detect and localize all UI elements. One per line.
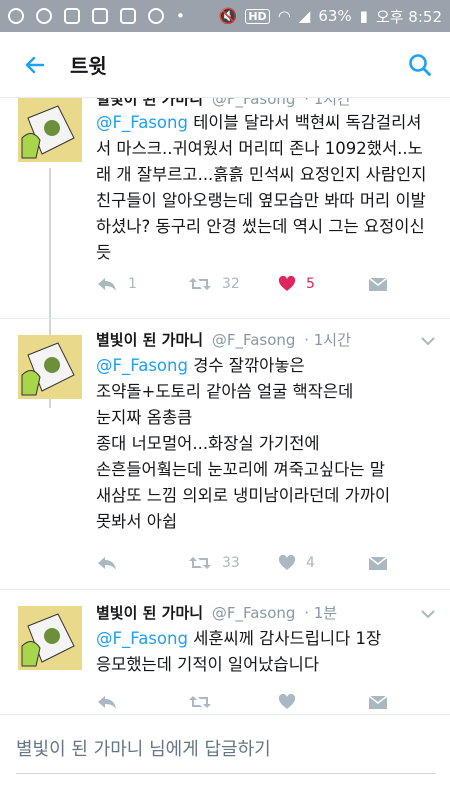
reply-composer: 별빛이 된 가마니 님에게 답글하기	[0, 714, 450, 800]
tweet[interactable]: 별빛이 된 가마니 @F_Fasong · 1분 @F_Fasong 세훈씨께 …	[0, 590, 450, 714]
search-button[interactable]	[390, 32, 450, 98]
status-bar-right: 🔇 HD ◠ ◢ 63% ▮ 오후 8:52	[219, 6, 442, 27]
reply-input[interactable]: 별빛이 된 가마니 님에게 답글하기	[16, 735, 271, 761]
retweet-button[interactable]	[188, 690, 212, 714]
app-notification-icon	[8, 8, 24, 24]
tweet-header: 별빛이 된 가마니 @F_Fasong · 1시간	[96, 98, 351, 109]
reply-button[interactable]: 1	[96, 272, 137, 296]
instagram-icon	[36, 8, 52, 24]
reply-button[interactable]	[96, 690, 118, 714]
tweet-feed[interactable]: 별빛이 된 가마니 @F_Fasong · 1시간 @F_Fasong 테이블 …	[0, 98, 450, 800]
handle[interactable]: @F_Fasong	[212, 98, 296, 108]
heart-icon	[278, 694, 296, 709]
heart-icon	[278, 555, 296, 570]
retweet-count: 32	[222, 276, 240, 292]
avatar[interactable]	[18, 606, 82, 670]
tweet-header: 별빛이 된 가마니 @F_Fasong · 1시간	[96, 329, 351, 350]
like-button[interactable]: 5	[278, 272, 315, 296]
retweet-icon	[189, 557, 211, 569]
heart-filled-icon	[278, 276, 296, 291]
dm-share-button[interactable]	[368, 272, 388, 296]
more-notifications-icon: •	[176, 7, 185, 25]
chat-icon	[148, 8, 164, 24]
reply-icon	[98, 557, 116, 570]
signal-icon: ◢	[298, 7, 311, 25]
battery-level: 63%	[318, 7, 352, 25]
tweet-actions: 1 32 5	[96, 272, 396, 296]
tweet-actions	[96, 690, 396, 714]
reply-input-underline	[16, 773, 436, 774]
avatar[interactable]	[18, 98, 82, 162]
display-name[interactable]: 별빛이 된 가마니	[96, 604, 203, 622]
tweet-text: @F_Fasong 테이블 달라서 백현씨 독감걸리셔서 마스크..귀여웠서 머…	[96, 113, 427, 262]
back-arrow-icon	[25, 56, 45, 73]
chevron-down-icon[interactable]	[420, 335, 436, 347]
avatar-illustration-icon	[18, 335, 82, 399]
handle[interactable]: @F_Fasong	[212, 331, 296, 349]
display-name[interactable]: 별빛이 된 가마니	[96, 331, 203, 349]
like-button[interactable]	[278, 690, 296, 714]
hd-badge: HD	[245, 8, 270, 24]
mention-link[interactable]: @F_Fasong	[96, 113, 188, 132]
gallery-icon	[64, 8, 80, 24]
mention-link[interactable]: @F_Fasong	[96, 356, 188, 375]
tweet-text: @F_Fasong 경수 잘깎아놓은 조약돌+도토리 같아씀 얼굴 핵작은데 눈…	[96, 356, 391, 531]
chevron-down-icon[interactable]	[420, 608, 436, 620]
dm-share-button[interactable]	[368, 551, 388, 575]
timestamp: · 1시간	[304, 331, 351, 349]
page-title: 트윗	[70, 54, 107, 78]
envelope-icon	[368, 695, 388, 709]
status-bar-left: •	[8, 7, 185, 25]
mention-link[interactable]: @F_Fasong	[96, 629, 188, 648]
reply-icon	[98, 278, 116, 291]
app-bar: 트윗	[0, 32, 450, 98]
status-bar: • 🔇 HD ◠ ◢ 63% ▮ 오후 8:52	[0, 0, 450, 32]
retweet-icon	[189, 278, 211, 290]
mute-icon: 🔇	[218, 7, 238, 25]
reply-icon	[98, 696, 116, 709]
retweet-button[interactable]: 32	[188, 272, 240, 296]
youtube-icon	[92, 8, 108, 24]
battery-icon: ▮	[359, 7, 368, 25]
envelope-icon	[368, 556, 388, 570]
retweet-icon	[189, 696, 211, 708]
search-icon	[409, 53, 431, 76]
tweet[interactable]: 별빛이 된 가마니 @F_Fasong · 1시간 @F_Fasong 경수 잘…	[0, 319, 450, 589]
retweet-button[interactable]: 33	[188, 551, 240, 575]
back-button[interactable]	[0, 32, 70, 98]
timestamp: · 1분	[304, 604, 338, 622]
avatar[interactable]	[18, 335, 82, 399]
tweet-text: @F_Fasong 세훈씨께 감사드립니다 1장 응모했는데 기적이 일어났습니…	[96, 629, 382, 674]
download-icon	[120, 8, 136, 24]
avatar-illustration-icon	[18, 98, 82, 162]
tweet[interactable]: 별빛이 된 가마니 @F_Fasong · 1시간 @F_Fasong 테이블 …	[0, 98, 450, 408]
retweet-count: 33	[222, 555, 240, 571]
handle[interactable]: @F_Fasong	[212, 604, 296, 622]
dm-share-button[interactable]	[368, 690, 388, 714]
tweet-header: 별빛이 된 가마니 @F_Fasong · 1분	[96, 602, 337, 623]
wifi-icon: ◠	[277, 7, 291, 25]
like-count: 4	[306, 555, 315, 571]
like-button[interactable]: 4	[278, 551, 315, 575]
clock: 오후 8:52	[375, 7, 442, 26]
reply-count: 1	[128, 276, 137, 292]
display-name[interactable]: 별빛이 된 가마니	[96, 98, 203, 108]
timestamp: · 1시간	[304, 98, 351, 108]
envelope-icon	[368, 277, 388, 291]
avatar-illustration-icon	[18, 606, 82, 670]
reply-button[interactable]	[96, 551, 118, 575]
tweet-actions: 33 4	[96, 551, 396, 575]
like-count: 5	[306, 276, 315, 292]
